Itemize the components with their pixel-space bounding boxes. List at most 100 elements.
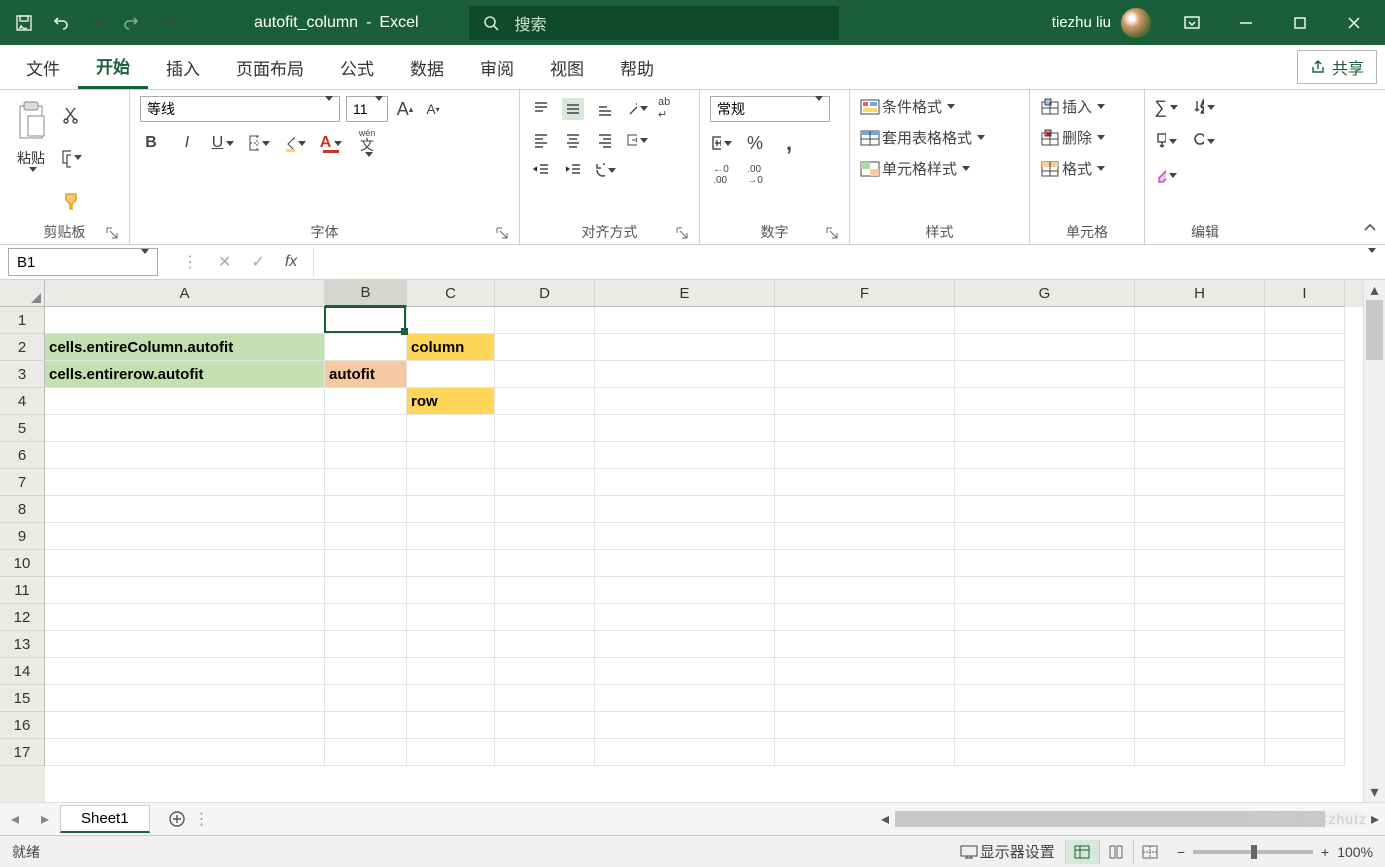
cell[interactable] bbox=[955, 469, 1135, 496]
cell[interactable] bbox=[1265, 523, 1345, 550]
row-header[interactable]: 4 bbox=[0, 388, 45, 415]
cell[interactable] bbox=[775, 604, 955, 631]
cell[interactable] bbox=[955, 334, 1135, 361]
row-header[interactable]: 2 bbox=[0, 334, 45, 361]
increase-font-icon[interactable]: A▴ bbox=[394, 98, 416, 120]
cell[interactable] bbox=[325, 631, 407, 658]
cell[interactable] bbox=[495, 658, 595, 685]
cell[interactable] bbox=[1135, 523, 1265, 550]
cell[interactable] bbox=[1135, 685, 1265, 712]
cell[interactable] bbox=[325, 712, 407, 739]
sort-filter-icon[interactable]: AZ bbox=[1193, 96, 1215, 118]
decrease-decimal-icon[interactable]: .00→0 bbox=[744, 164, 766, 186]
fill-icon[interactable] bbox=[1155, 130, 1177, 152]
format-painter-icon[interactable] bbox=[60, 190, 82, 212]
enter-formula-icon[interactable]: ✓ bbox=[251, 252, 264, 272]
cell[interactable] bbox=[495, 361, 595, 388]
cell[interactable] bbox=[595, 334, 775, 361]
cell[interactable] bbox=[775, 631, 955, 658]
cell[interactable] bbox=[1135, 550, 1265, 577]
cell[interactable] bbox=[1135, 469, 1265, 496]
cell[interactable] bbox=[595, 415, 775, 442]
cell[interactable] bbox=[775, 496, 955, 523]
cell[interactable] bbox=[595, 685, 775, 712]
paste-button[interactable]: 粘贴 bbox=[10, 96, 52, 192]
cell[interactable] bbox=[45, 631, 325, 658]
cell[interactable] bbox=[45, 685, 325, 712]
cell[interactable] bbox=[1135, 604, 1265, 631]
cell[interactable] bbox=[775, 361, 955, 388]
cell[interactable] bbox=[407, 685, 495, 712]
vscroll-thumb[interactable] bbox=[1366, 300, 1383, 360]
cell[interactable] bbox=[1265, 361, 1345, 388]
minimize-icon[interactable] bbox=[1223, 0, 1269, 45]
cell[interactable] bbox=[955, 523, 1135, 550]
cell[interactable] bbox=[495, 685, 595, 712]
cell[interactable] bbox=[45, 712, 325, 739]
cell[interactable] bbox=[1135, 496, 1265, 523]
cell[interactable] bbox=[955, 739, 1135, 766]
column-header[interactable]: A bbox=[45, 280, 325, 307]
cell[interactable]: cells.entireColumn.autofit bbox=[45, 334, 325, 361]
zoom-slider[interactable] bbox=[1193, 850, 1313, 854]
cell[interactable] bbox=[407, 604, 495, 631]
cell[interactable] bbox=[1265, 577, 1345, 604]
launcher-icon[interactable] bbox=[675, 226, 689, 240]
column-header[interactable]: B bbox=[325, 280, 407, 307]
cell[interactable] bbox=[407, 442, 495, 469]
row-header[interactable]: 6 bbox=[0, 442, 45, 469]
cell[interactable] bbox=[1135, 388, 1265, 415]
launcher-icon[interactable] bbox=[495, 226, 509, 240]
orientation-icon[interactable] bbox=[626, 98, 648, 120]
row-header[interactable]: 11 bbox=[0, 577, 45, 604]
column-header[interactable]: H bbox=[1135, 280, 1265, 307]
tab-prev-icon[interactable]: ◂ bbox=[0, 809, 30, 829]
row-header[interactable]: 9 bbox=[0, 523, 45, 550]
view-page-break-icon[interactable] bbox=[1133, 840, 1167, 864]
cell[interactable] bbox=[595, 631, 775, 658]
cell[interactable] bbox=[495, 496, 595, 523]
collapse-ribbon-icon[interactable] bbox=[1355, 90, 1385, 244]
rotate-icon[interactable] bbox=[594, 159, 616, 181]
formula-input[interactable] bbox=[313, 248, 1365, 276]
cell[interactable] bbox=[407, 550, 495, 577]
cell[interactable] bbox=[595, 523, 775, 550]
cell[interactable] bbox=[1265, 631, 1345, 658]
font-size-select[interactable]: 11 bbox=[346, 96, 388, 122]
cell[interactable]: row bbox=[407, 388, 495, 415]
cell[interactable] bbox=[955, 307, 1135, 334]
cell[interactable] bbox=[1265, 496, 1345, 523]
paste-dropdown-icon[interactable] bbox=[26, 172, 37, 188]
cell[interactable] bbox=[407, 739, 495, 766]
menu-formula[interactable]: 公式 bbox=[322, 47, 392, 88]
cell[interactable] bbox=[955, 361, 1135, 388]
select-all[interactable] bbox=[0, 280, 45, 307]
column-header[interactable]: D bbox=[495, 280, 595, 307]
cell[interactable] bbox=[495, 307, 595, 334]
menu-file[interactable]: 文件 bbox=[8, 47, 78, 88]
cell[interactable]: column bbox=[407, 334, 495, 361]
delete-cells-button[interactable]: 删除 bbox=[1040, 127, 1105, 148]
cell[interactable] bbox=[955, 631, 1135, 658]
indent-decrease-icon[interactable] bbox=[530, 159, 552, 181]
cell[interactable] bbox=[495, 388, 595, 415]
column-header[interactable]: C bbox=[407, 280, 495, 307]
row-header[interactable]: 5 bbox=[0, 415, 45, 442]
cell[interactable] bbox=[45, 496, 325, 523]
cell[interactable] bbox=[407, 307, 495, 334]
tab-grip-icon[interactable]: ⋮ bbox=[192, 809, 212, 829]
cell[interactable] bbox=[1265, 712, 1345, 739]
fx-icon[interactable]: fx bbox=[285, 253, 297, 271]
italic-icon[interactable]: I bbox=[176, 132, 198, 154]
undo-dropdown-icon[interactable] bbox=[80, 7, 112, 39]
find-icon[interactable] bbox=[1193, 130, 1215, 152]
cell[interactable] bbox=[45, 415, 325, 442]
tab-next-icon[interactable]: ▸ bbox=[30, 809, 60, 829]
row-header[interactable]: 15 bbox=[0, 685, 45, 712]
align-middle-icon[interactable] bbox=[562, 98, 584, 120]
share-button[interactable]: 共享 bbox=[1297, 50, 1377, 84]
cell[interactable] bbox=[775, 523, 955, 550]
scroll-up-icon[interactable]: ▴ bbox=[1364, 280, 1385, 300]
cell[interactable] bbox=[775, 739, 955, 766]
cell[interactable] bbox=[325, 388, 407, 415]
